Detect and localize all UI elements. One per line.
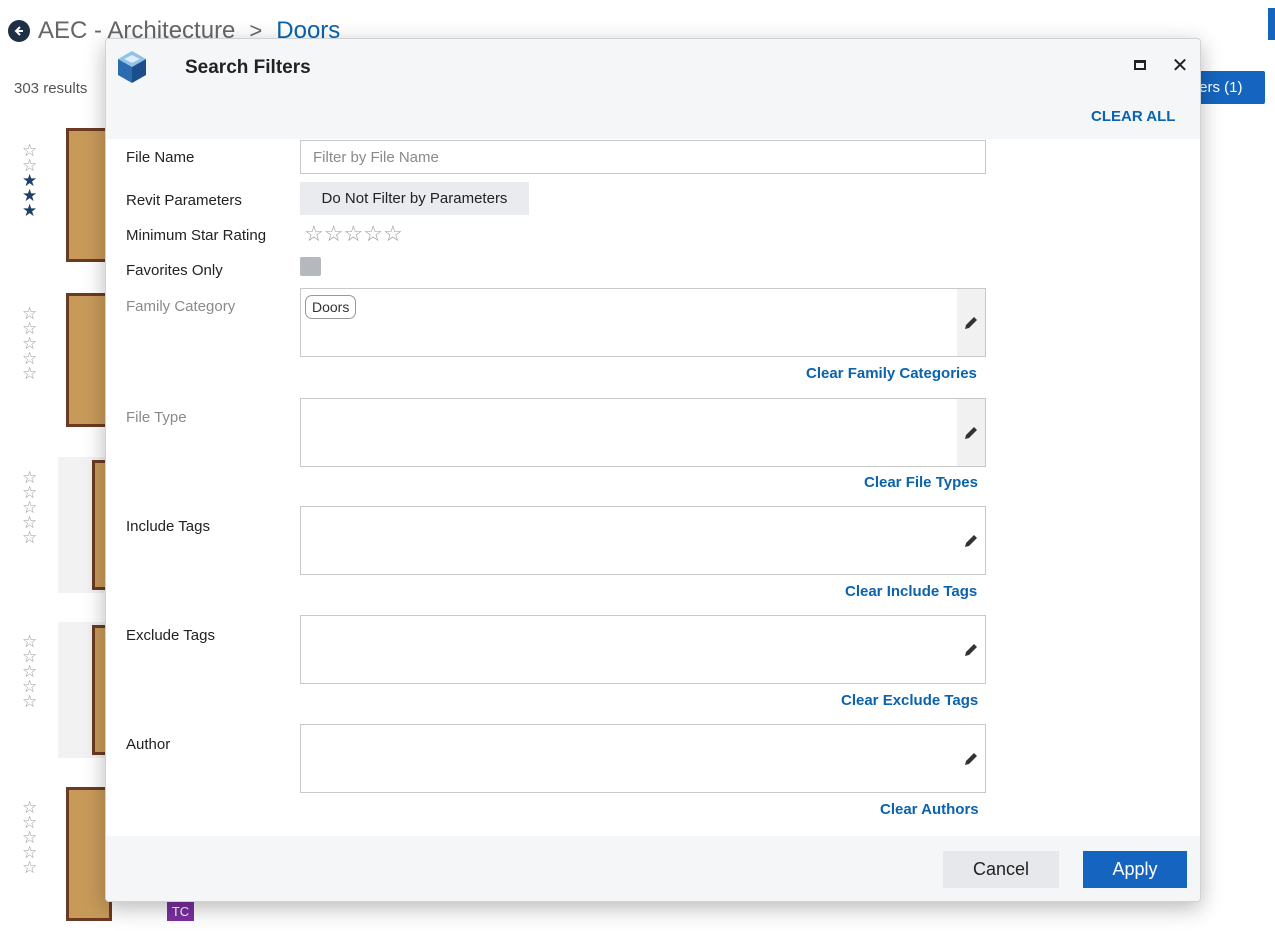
file-type-box[interactable] xyxy=(300,398,986,467)
apply-button[interactable]: Apply xyxy=(1083,851,1187,888)
pencil-icon[interactable] xyxy=(957,616,985,683)
min-star-rating-selector[interactable]: ☆ ☆ ☆ ☆ ☆ xyxy=(304,223,403,245)
top-right-button[interactable] xyxy=(1268,8,1275,40)
dialog-footer: Cancel Apply xyxy=(106,836,1200,901)
include-tags-box[interactable] xyxy=(300,506,986,575)
close-icon[interactable]: ✕ xyxy=(1170,55,1190,77)
star-icon[interactable]: ☆ xyxy=(22,859,37,876)
star-icon[interactable]: ☆ xyxy=(22,693,37,710)
include-tags-label: Include Tags xyxy=(126,518,210,535)
star-icon[interactable]: ☆ xyxy=(22,529,37,546)
pencil-icon[interactable] xyxy=(957,399,985,466)
clear-file-types-link[interactable]: Clear File Types xyxy=(864,474,978,491)
pencil-icon[interactable] xyxy=(957,725,985,792)
favorites-only-label: Favorites Only xyxy=(126,262,223,279)
star-icon[interactable]: ☆ xyxy=(383,223,403,245)
rating-stars[interactable]: ☆ ☆ ★ ★ ★ xyxy=(22,142,37,219)
file-name-label: File Name xyxy=(126,149,195,166)
revit-parameters-label: Revit Parameters xyxy=(126,192,242,209)
family-category-label: Family Category xyxy=(126,298,236,315)
clear-authors-link[interactable]: Clear Authors xyxy=(880,801,979,818)
star-icon[interactable]: ☆ xyxy=(22,365,37,382)
clear-all-link[interactable]: CLEAR ALL xyxy=(1091,108,1175,125)
file-type-label: File Type xyxy=(126,409,187,426)
rating-stars[interactable]: ☆ ☆ ☆ ☆ ☆ xyxy=(22,633,37,710)
author-label: Author xyxy=(126,736,171,753)
rating-stars[interactable]: ☆ ☆ ☆ ☆ ☆ xyxy=(22,799,37,876)
star-icon[interactable]: ☆ xyxy=(363,223,383,245)
family-category-box[interactable]: Doors xyxy=(300,288,986,357)
clear-exclude-tags-link[interactable]: Clear Exclude Tags xyxy=(841,692,978,709)
rating-stars[interactable]: ☆ ☆ ☆ ☆ ☆ xyxy=(22,469,37,546)
maximize-icon[interactable] xyxy=(1130,55,1150,75)
cancel-button[interactable]: Cancel xyxy=(943,851,1059,888)
family-category-chip[interactable]: Doors xyxy=(305,295,357,319)
exclude-tags-box[interactable] xyxy=(300,615,986,684)
tc-badge: TC xyxy=(167,902,194,921)
revit-parameters-button[interactable]: Do Not Filter by Parameters xyxy=(300,182,529,215)
dialog-header: Search Filters ✕ CLEAR ALL xyxy=(106,39,1200,139)
star-icon[interactable]: ☆ xyxy=(324,223,344,245)
clear-include-tags-link[interactable]: Clear Include Tags xyxy=(845,583,977,600)
dialog-title: Search Filters xyxy=(185,57,311,78)
clear-family-categories-link[interactable]: Clear Family Categories xyxy=(806,365,977,382)
author-box[interactable] xyxy=(300,724,986,793)
star-icon[interactable]: ☆ xyxy=(343,223,363,245)
file-name-input[interactable] xyxy=(300,140,986,174)
exclude-tags-label: Exclude Tags xyxy=(126,627,215,644)
star-icon[interactable]: ☆ xyxy=(304,223,324,245)
rating-stars[interactable]: ☆ ☆ ☆ ☆ ☆ xyxy=(22,305,37,382)
back-arrow-icon[interactable] xyxy=(8,20,30,42)
results-count: 303 results xyxy=(14,80,88,97)
app-logo-icon xyxy=(118,51,146,83)
favorites-only-checkbox[interactable] xyxy=(300,257,321,276)
min-star-rating-label: Minimum Star Rating xyxy=(126,227,267,244)
pencil-icon[interactable] xyxy=(957,289,985,356)
star-filled-icon[interactable]: ★ xyxy=(22,202,37,219)
pencil-icon[interactable] xyxy=(957,507,985,574)
search-filters-dialog: Search Filters ✕ CLEAR ALL File Name Rev… xyxy=(105,38,1201,902)
